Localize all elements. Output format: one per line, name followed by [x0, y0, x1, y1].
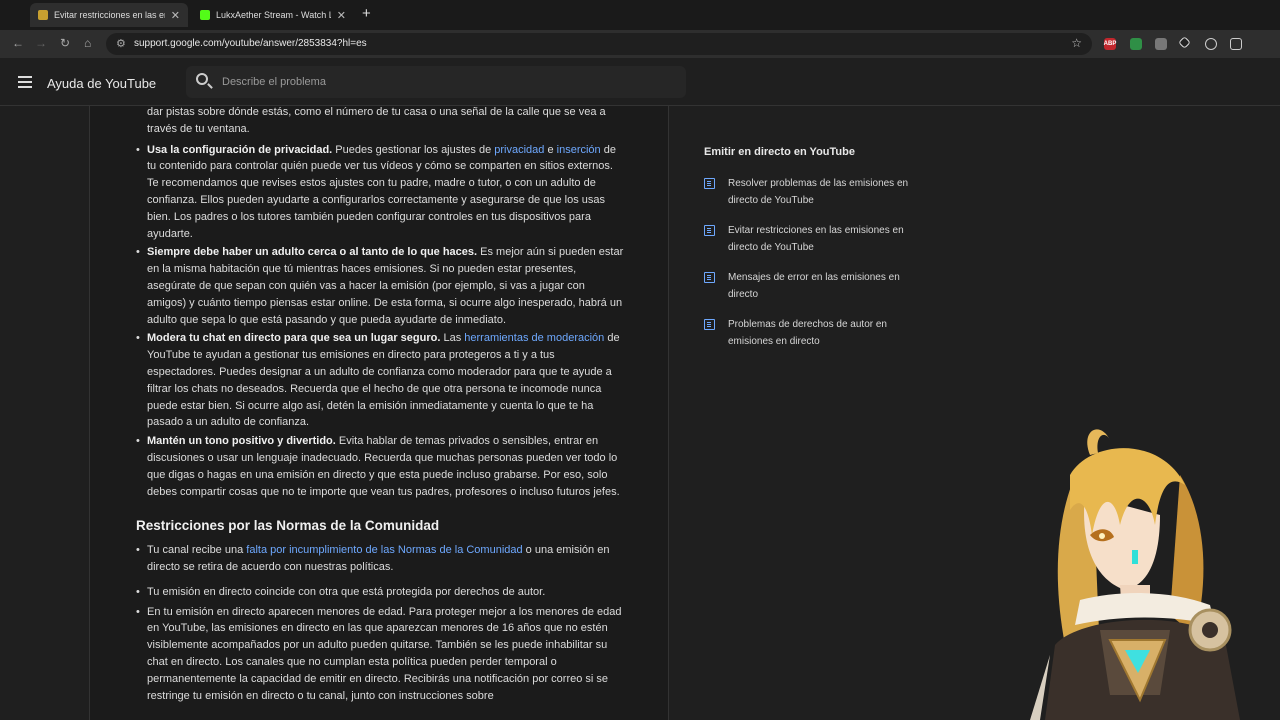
- sidenav-item-resolver-problemas[interactable]: Resolver problemas de las emisiones en d…: [704, 176, 914, 209]
- bullet-text: de YouTube te ayudan a gestionar tus emi…: [147, 332, 620, 429]
- document-icon: [704, 319, 715, 330]
- bullet-heading: Siempre debe haber un adulto cerca o al …: [147, 246, 478, 259]
- home-icon[interactable]: ⌂: [84, 36, 91, 50]
- bookmark-star-icon[interactable]: ☆: [1071, 36, 1082, 50]
- sidenav-item-label: Resolver problemas de las emisiones en d…: [728, 178, 909, 206]
- address-bar[interactable]: ⚙ support.google.com/youtube/answer/2853…: [106, 33, 1092, 55]
- bullet-text: Las: [440, 332, 465, 345]
- moderation-tools-link[interactable]: herramientas de moderación: [464, 332, 604, 344]
- bullet-text: Tu canal recibe una: [147, 544, 247, 557]
- sidenav-item-label: Evitar restricciones en las emisiones en…: [728, 225, 904, 253]
- bullet-text: de tu contenido para controlar quién pue…: [147, 143, 616, 240]
- bullet-text: Puedes gestionar los ajustes de: [332, 143, 495, 156]
- embedding-link[interactable]: inserción: [557, 144, 601, 156]
- sidenav-heading: Emitir en directo en YouTube: [704, 146, 855, 158]
- sidenav-item-label: Problemas de derechos de autor en emisio…: [728, 319, 887, 347]
- streamer-avatar-image: [1030, 429, 1240, 720]
- notes-extension-icon[interactable]: [1155, 38, 1167, 50]
- list-item: Usa la configuración de privacidad. Pued…: [136, 142, 626, 243]
- bullet-text: e: [544, 143, 557, 156]
- close-tab-icon[interactable]: ✕: [171, 9, 180, 22]
- tab-title: LukxAether Stream - Watch Liv…: [216, 10, 331, 20]
- forward-icon[interactable]: →: [35, 36, 47, 50]
- back-icon[interactable]: ←: [12, 36, 24, 50]
- community-guidelines-strike-link[interactable]: falta por incumplimiento de las Normas d…: [246, 544, 522, 556]
- sidenav-item-mensajes-error[interactable]: Mensajes de error en las emisiones en di…: [704, 270, 914, 303]
- shield-extension-icon[interactable]: [1130, 38, 1142, 50]
- bullet-heading: Mantén un tono positivo y divertido.: [147, 435, 336, 448]
- glasses-extension-icon[interactable]: [1205, 38, 1217, 50]
- tune-icon[interactable]: ⚙: [116, 37, 126, 50]
- tab-favicon-icon: [38, 10, 48, 20]
- sidenav-item-label: Mensajes de error en las emisiones en di…: [728, 272, 900, 300]
- bullet-text: Tu emisión en directo coincide con otra …: [147, 585, 546, 598]
- list-item: Modera tu chat en directo para que sea u…: [136, 330, 626, 431]
- site-title[interactable]: Ayuda de YouTube: [47, 76, 156, 91]
- diamond-extension-icon[interactable]: [1178, 36, 1191, 49]
- url-text: support.google.com/youtube/answer/285383…: [134, 38, 367, 49]
- search-icon[interactable]: [196, 73, 208, 85]
- tab-title: Evitar restricciones en las emisio…: [54, 10, 165, 20]
- article-body: dar pistas sobre dónde estás, como el nú…: [136, 106, 626, 706]
- related-articles-nav: Emitir en directo en YouTube Resolver pr…: [704, 146, 914, 364]
- privacy-link[interactable]: privacidad: [494, 144, 544, 156]
- list-item: En tu emisión en directo aparecen menore…: [136, 604, 626, 705]
- browser-toolbar: ← → ↻ ⌂ ⚙ support.google.com/youtube/ans…: [0, 30, 1280, 58]
- help-header: Ayuda de YouTube: [0, 60, 1280, 106]
- list-item: Mantén un tono positivo y divertido. Evi…: [136, 433, 626, 500]
- section-heading: Restricciones por las Normas de la Comun…: [136, 518, 440, 534]
- sidenav-item-evitar-restricciones[interactable]: Evitar restricciones en las emisiones en…: [704, 223, 914, 256]
- extensions-puzzle-icon[interactable]: [1230, 38, 1242, 50]
- window-controls[interactable]: [1232, 6, 1250, 24]
- reload-icon[interactable]: ↻: [60, 36, 70, 50]
- browser-window: Evitar restricciones en las emisio… ✕ Lu…: [0, 0, 1280, 720]
- article-container: dar pistas sobre dónde estás, como el nú…: [89, 106, 669, 720]
- list-item: Tu canal recibe una falta por incumplimi…: [136, 542, 626, 576]
- list-item: Siempre debe haber un adulto cerca o al …: [136, 244, 626, 328]
- document-icon: [704, 225, 715, 236]
- article-paragraph: dar pistas sobre dónde estás, como el nú…: [147, 106, 606, 135]
- document-icon: [704, 178, 715, 189]
- close-tab-icon[interactable]: ✕: [337, 9, 346, 22]
- bullet-heading: Modera tu chat en directo para que sea u…: [147, 332, 441, 345]
- bullet-heading: Usa la configuración de privacidad.: [147, 143, 333, 156]
- sidenav-item-derechos-autor[interactable]: Problemas de derechos de autor en emisio…: [704, 317, 914, 350]
- help-search-box: [186, 66, 686, 98]
- adblock-extension-icon[interactable]: ABP: [1104, 38, 1116, 50]
- bullet-text: En tu emisión en directo aparecen menore…: [147, 605, 622, 702]
- menu-icon[interactable]: [18, 76, 32, 88]
- new-tab-icon[interactable]: +: [362, 5, 371, 22]
- list-item: Tu emisión en directo coincide con otra …: [136, 584, 626, 601]
- search-input[interactable]: [222, 72, 662, 92]
- tab-evitar-restricciones[interactable]: Evitar restricciones en las emisio… ✕: [30, 3, 188, 27]
- tab-lukxaether-stream[interactable]: LukxAether Stream - Watch Liv… ✕: [192, 3, 354, 27]
- document-icon: [704, 272, 715, 283]
- tab-strip: Evitar restricciones en las emisio… ✕ Lu…: [0, 0, 1280, 30]
- kick-favicon-icon: [200, 10, 210, 20]
